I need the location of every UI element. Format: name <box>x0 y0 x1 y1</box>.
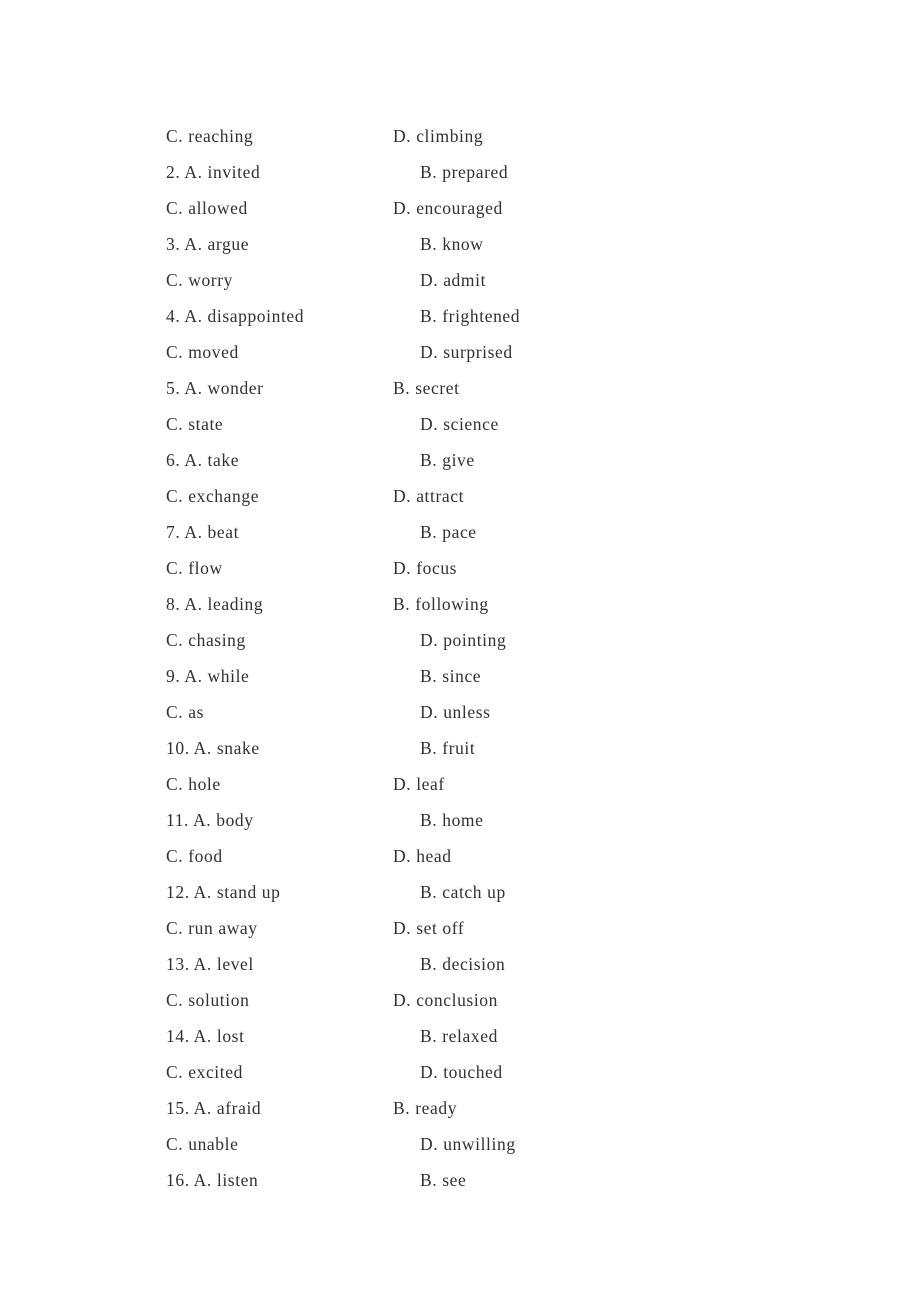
option-right: D. conclusion <box>393 990 499 1010</box>
option-line: C. hole D. leaf <box>166 766 866 802</box>
option-line: 16. A. listen B. see <box>166 1162 866 1198</box>
option-line: C. solution D. conclusion <box>166 982 866 1018</box>
option-left: 7. A. beat <box>166 522 240 542</box>
option-left: C. flow <box>166 558 223 578</box>
option-left: 9. A. while <box>166 666 250 686</box>
option-left: 3. A. argue <box>166 234 250 254</box>
option-line: 11. A. body B. home <box>166 802 866 838</box>
option-line: C. flow D. focus <box>166 550 866 586</box>
option-left: 4. A. disappointed <box>166 306 305 326</box>
cloze-options-list: C. reaching D. climbing 2. A. invited B. pr… <box>166 118 866 1198</box>
option-right: B. since <box>420 666 482 686</box>
option-line: 13. A. level B. decision <box>166 946 866 982</box>
option-line: C. as D. unless <box>166 694 866 730</box>
option-right: B. catch up <box>420 882 506 902</box>
option-line: C. run away D. set off <box>166 910 866 946</box>
option-right: B. know <box>420 234 484 254</box>
option-right: B. home <box>420 810 484 830</box>
option-left: 14. A. lost <box>166 1026 245 1046</box>
option-line: C. worry D. admit <box>166 262 866 298</box>
option-line: 6. A. take B. give <box>166 442 866 478</box>
option-line: 12. A. stand up B. catch up <box>166 874 866 910</box>
option-right: D. pointing <box>420 630 507 650</box>
option-right: D. unwilling <box>420 1134 516 1154</box>
option-line: C. food D. head <box>166 838 866 874</box>
option-left: 6. A. take <box>166 450 240 470</box>
option-left: 15. A. afraid <box>166 1098 262 1118</box>
option-right: D. touched <box>420 1062 503 1082</box>
option-line: C. state D. science <box>166 406 866 442</box>
option-right: D. attract <box>393 486 465 506</box>
option-right: B. decision <box>420 954 506 974</box>
option-right: B. following <box>393 594 489 614</box>
option-right: B. frightened <box>420 306 521 326</box>
option-right: B. ready <box>393 1098 458 1118</box>
option-right: D. science <box>420 414 499 434</box>
option-left: 8. A. leading <box>166 594 264 614</box>
option-left: C. run away <box>166 918 258 938</box>
option-right: B. see <box>420 1170 467 1190</box>
option-line: C. unable D. unwilling <box>166 1126 866 1162</box>
option-left: 11. A. body <box>166 810 254 830</box>
option-right: D. focus <box>393 558 458 578</box>
option-left: C. hole <box>166 774 221 794</box>
option-line: 5. A. wonder B. secret <box>166 370 866 406</box>
option-right: B. give <box>420 450 475 470</box>
option-line: 10. A. snake B. fruit <box>166 730 866 766</box>
option-right: B. prepared <box>420 162 509 182</box>
option-left: 12. A. stand up <box>166 882 281 902</box>
option-left: C. exchange <box>166 486 260 506</box>
option-line: C. reaching D. climbing <box>166 118 866 154</box>
option-right: B. relaxed <box>420 1026 498 1046</box>
option-left: C. as <box>166 702 204 722</box>
option-left: 13. A. level <box>166 954 254 974</box>
option-right: B. pace <box>420 522 477 542</box>
option-left: 5. A. wonder <box>166 378 264 398</box>
option-right: B. secret <box>393 378 460 398</box>
option-left: C. excited <box>166 1062 243 1082</box>
option-line: 14. A. lost B. relaxed <box>166 1018 866 1054</box>
option-left: C. food <box>166 846 223 866</box>
option-line: 2. A. invited B. prepared <box>166 154 866 190</box>
option-left: C. state <box>166 414 224 434</box>
option-line: C. moved D. surprised <box>166 334 866 370</box>
option-line: 15. A. afraid B. ready <box>166 1090 866 1126</box>
option-left: 16. A. listen <box>166 1170 259 1190</box>
option-line: 7. A. beat B. pace <box>166 514 866 550</box>
option-line: C. allowed D. encouraged <box>166 190 866 226</box>
option-line: 4. A. disappointed B. frightened <box>166 298 866 334</box>
option-left: C. chasing <box>166 630 246 650</box>
option-right: D. set off <box>393 918 465 938</box>
option-line: 3. A. argue B. know <box>166 226 866 262</box>
option-right: D. encouraged <box>393 198 503 218</box>
option-right: D. admit <box>420 270 487 290</box>
option-right: D. leaf <box>393 774 445 794</box>
option-left: C. moved <box>166 342 239 362</box>
option-left: C. unable <box>166 1134 239 1154</box>
option-right: D. climbing <box>393 126 484 146</box>
option-right: D. surprised <box>420 342 513 362</box>
document-page: C. reaching D. climbing 2. A. invited B. pr… <box>0 0 920 1302</box>
option-right: D. unless <box>420 702 491 722</box>
option-left: C. worry <box>166 270 234 290</box>
option-line: C. exchange D. attract <box>166 478 866 514</box>
option-right: B. fruit <box>420 738 476 758</box>
option-right: D. head <box>393 846 452 866</box>
option-left: 2. A. invited <box>166 162 261 182</box>
option-left: C. reaching <box>166 126 254 146</box>
option-line: C. excited D. touched <box>166 1054 866 1090</box>
option-left: C. allowed <box>166 198 248 218</box>
option-left: C. solution <box>166 990 250 1010</box>
option-left: 10. A. snake <box>166 738 260 758</box>
option-line: 8. A. leading B. following <box>166 586 866 622</box>
option-line: C. chasing D. pointing <box>166 622 866 658</box>
option-line: 9. A. while B. since <box>166 658 866 694</box>
